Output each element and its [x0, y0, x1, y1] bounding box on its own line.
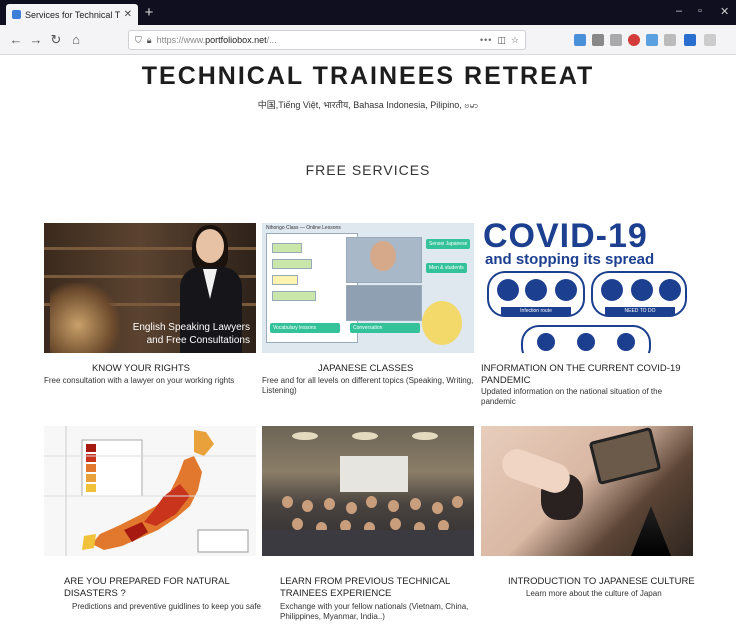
- extension-icon[interactable]: [646, 34, 658, 46]
- reload-icon[interactable]: ↻: [48, 32, 64, 48]
- lock-icon: 🔒︎: [146, 34, 152, 45]
- web-page: TECHNICAL TRAINEES RETREAT 中国,Tiếng Việt…: [0, 56, 736, 630]
- sidebar-icon[interactable]: [610, 34, 622, 46]
- card-title[interactable]: LEARN FROM PREVIOUS TECHNICAL TRAINEES E…: [280, 576, 480, 600]
- bookmark-star-icon[interactable]: ☆: [511, 35, 519, 46]
- language-selector[interactable]: 中国,Tiếng Việt, भारतीय, Bahasa Indonesia,…: [0, 98, 736, 113]
- lawyer-image[interactable]: English Speaking Lawyers and Free Consul…: [44, 223, 256, 353]
- tab-title: Services for Technical Trainee: [25, 9, 120, 20]
- card-title[interactable]: INTRODUCTION TO JAPANESE CULTURE: [508, 576, 708, 588]
- extension-icon[interactable]: [684, 34, 696, 46]
- browser-toolbar: ← → ↻ ⌂ ⛉ 🔒︎ https://www.portfoliobox.ne…: [0, 25, 736, 55]
- japanese-culture-image[interactable]: [481, 426, 693, 556]
- group-photo-image[interactable]: [262, 426, 474, 556]
- section-title: FREE SERVICES: [305, 162, 431, 178]
- card-description: Free consultation with a lawyer on your …: [44, 376, 235, 385]
- library-icon[interactable]: [592, 34, 604, 46]
- image-caption: English Speaking Lawyers and Free Consul…: [132, 322, 250, 346]
- card-description: Learn more about the culture of Japan: [526, 589, 662, 598]
- card-description: Predictions and preventive guidlines to …: [72, 602, 262, 611]
- card-title[interactable]: INFORMATION ON THE CURRENT COVID-19 PAND…: [481, 363, 693, 387]
- new-tab-button[interactable]: +: [140, 4, 158, 22]
- menu-icon[interactable]: [704, 34, 716, 46]
- card-description: Free and for all levels on different top…: [262, 376, 474, 395]
- close-tab-icon[interactable]: ✕: [124, 9, 132, 20]
- japanese-classes-image[interactable]: Nihongo Class — Online Lessons Sensei Ja…: [262, 223, 474, 353]
- card-title[interactable]: ARE YOU PREPARED FOR NATURAL DISASTERS ?: [64, 576, 254, 600]
- favicon-icon: [12, 10, 21, 19]
- page-title: TECHNICAL TRAINEES RETREAT: [141, 62, 595, 90]
- download-icon[interactable]: [574, 34, 586, 46]
- card-title[interactable]: JAPANESE CLASSES: [318, 363, 413, 375]
- card-description: Exchange with your fellow nationals (Vie…: [280, 602, 469, 621]
- window-close-icon[interactable]: ✕: [720, 5, 729, 18]
- page-actions-icon[interactable]: •••: [480, 35, 492, 45]
- minimize-icon[interactable]: –: [676, 5, 682, 17]
- back-icon[interactable]: ←: [8, 32, 24, 48]
- disaster-map-image[interactable]: [44, 426, 256, 556]
- browser-tab[interactable]: Services for Technical Trainee ✕: [6, 4, 138, 25]
- home-icon[interactable]: ⌂: [68, 32, 84, 48]
- url-text[interactable]: https://www.portfoliobox.net/...: [157, 35, 475, 45]
- covid-info-image[interactable]: COVID-19 and stopping its spread Infecti…: [481, 223, 693, 353]
- maximize-icon[interactable]: ▫: [698, 5, 702, 17]
- ublock-icon[interactable]: [628, 34, 640, 46]
- extension-icon[interactable]: [664, 34, 676, 46]
- browser-tab-strip: Services for Technical Trainee ✕ + – ▫ ✕: [0, 0, 736, 25]
- card-description: Updated information on the national situ…: [481, 387, 663, 406]
- forward-icon[interactable]: →: [28, 32, 44, 48]
- pocket-icon[interactable]: ◫: [497, 35, 506, 46]
- address-bar[interactable]: ⛉ 🔒︎ https://www.portfoliobox.net/... ••…: [128, 30, 526, 50]
- card-title[interactable]: KNOW YOUR RIGHTS: [92, 363, 190, 375]
- page-info-icon[interactable]: ⛉: [135, 35, 142, 46]
